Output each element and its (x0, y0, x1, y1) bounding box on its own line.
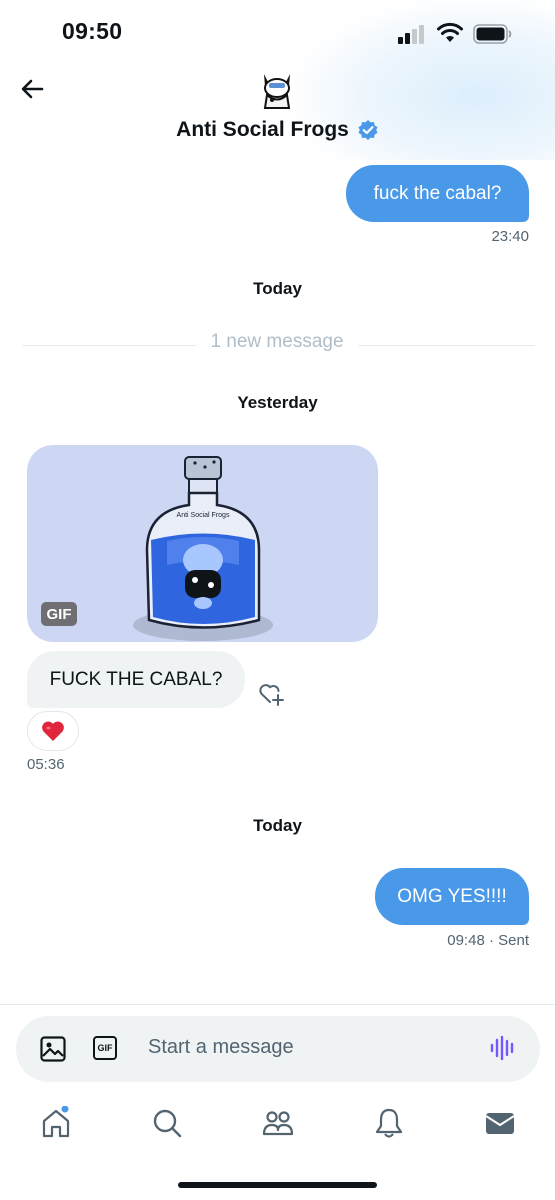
status-time: 09:50 (62, 18, 123, 44)
composer-divider (0, 1004, 555, 1005)
day-separator: Today (253, 279, 302, 298)
day-separator: Yesterday (237, 393, 318, 412)
message-timestamp: 09:48 (447, 932, 485, 949)
message-text: FUCK THE CABAL? (49, 668, 223, 690)
message-timestamp: 05:36 (27, 756, 65, 773)
search-icon[interactable] (150, 1106, 184, 1140)
contact-avatar[interactable] (256, 68, 298, 112)
message-text: OMG YES!!!! (397, 885, 507, 907)
sent-message-bubble[interactable]: fuck the cabal? (346, 165, 529, 222)
message-timestamp: 23:40 (491, 228, 529, 245)
message-input[interactable] (148, 1036, 448, 1059)
gif-badge: GIF (41, 602, 77, 626)
conversation-name: Anti Social Frogs (176, 118, 349, 141)
wifi-icon (437, 22, 463, 42)
red-heart-icon (42, 721, 64, 741)
back-arrow-button[interactable] (16, 74, 50, 104)
gif-message[interactable]: Anti Social Frogs GIF (27, 445, 378, 642)
bell-icon[interactable] (372, 1106, 406, 1140)
sent-message-bubble[interactable]: OMG YES!!!! (375, 868, 529, 925)
home-indicator (178, 1182, 377, 1188)
heart-reaction[interactable] (27, 711, 79, 751)
image-icon[interactable] (39, 1035, 67, 1063)
battery-icon (473, 24, 512, 44)
message-status: · Sent (488, 932, 529, 949)
day-separator: Today (253, 816, 302, 835)
communities-icon[interactable] (261, 1106, 295, 1140)
home-icon[interactable] (39, 1106, 73, 1140)
voice-message-icon[interactable] (489, 1035, 517, 1061)
add-reaction-heart-icon[interactable] (257, 680, 287, 708)
potion-bottle-gif-image: Anti Social Frogs (133, 456, 273, 641)
message-text: fuck the cabal? (373, 182, 502, 204)
conversation-title[interactable]: Anti Social Frogs (0, 118, 555, 142)
new-message-label: 1 new message (196, 331, 358, 353)
mail-icon[interactable] (483, 1106, 517, 1140)
verified-badge-icon (358, 120, 378, 140)
message-delivery-info: 09:48 · Sent (330, 932, 529, 949)
cellular-signal-icon (398, 24, 428, 44)
gif-button[interactable]: GIF (93, 1036, 117, 1060)
received-message-bubble[interactable]: FUCK THE CABAL? (27, 651, 245, 708)
bottle-label: Anti Social Frogs (177, 512, 230, 519)
